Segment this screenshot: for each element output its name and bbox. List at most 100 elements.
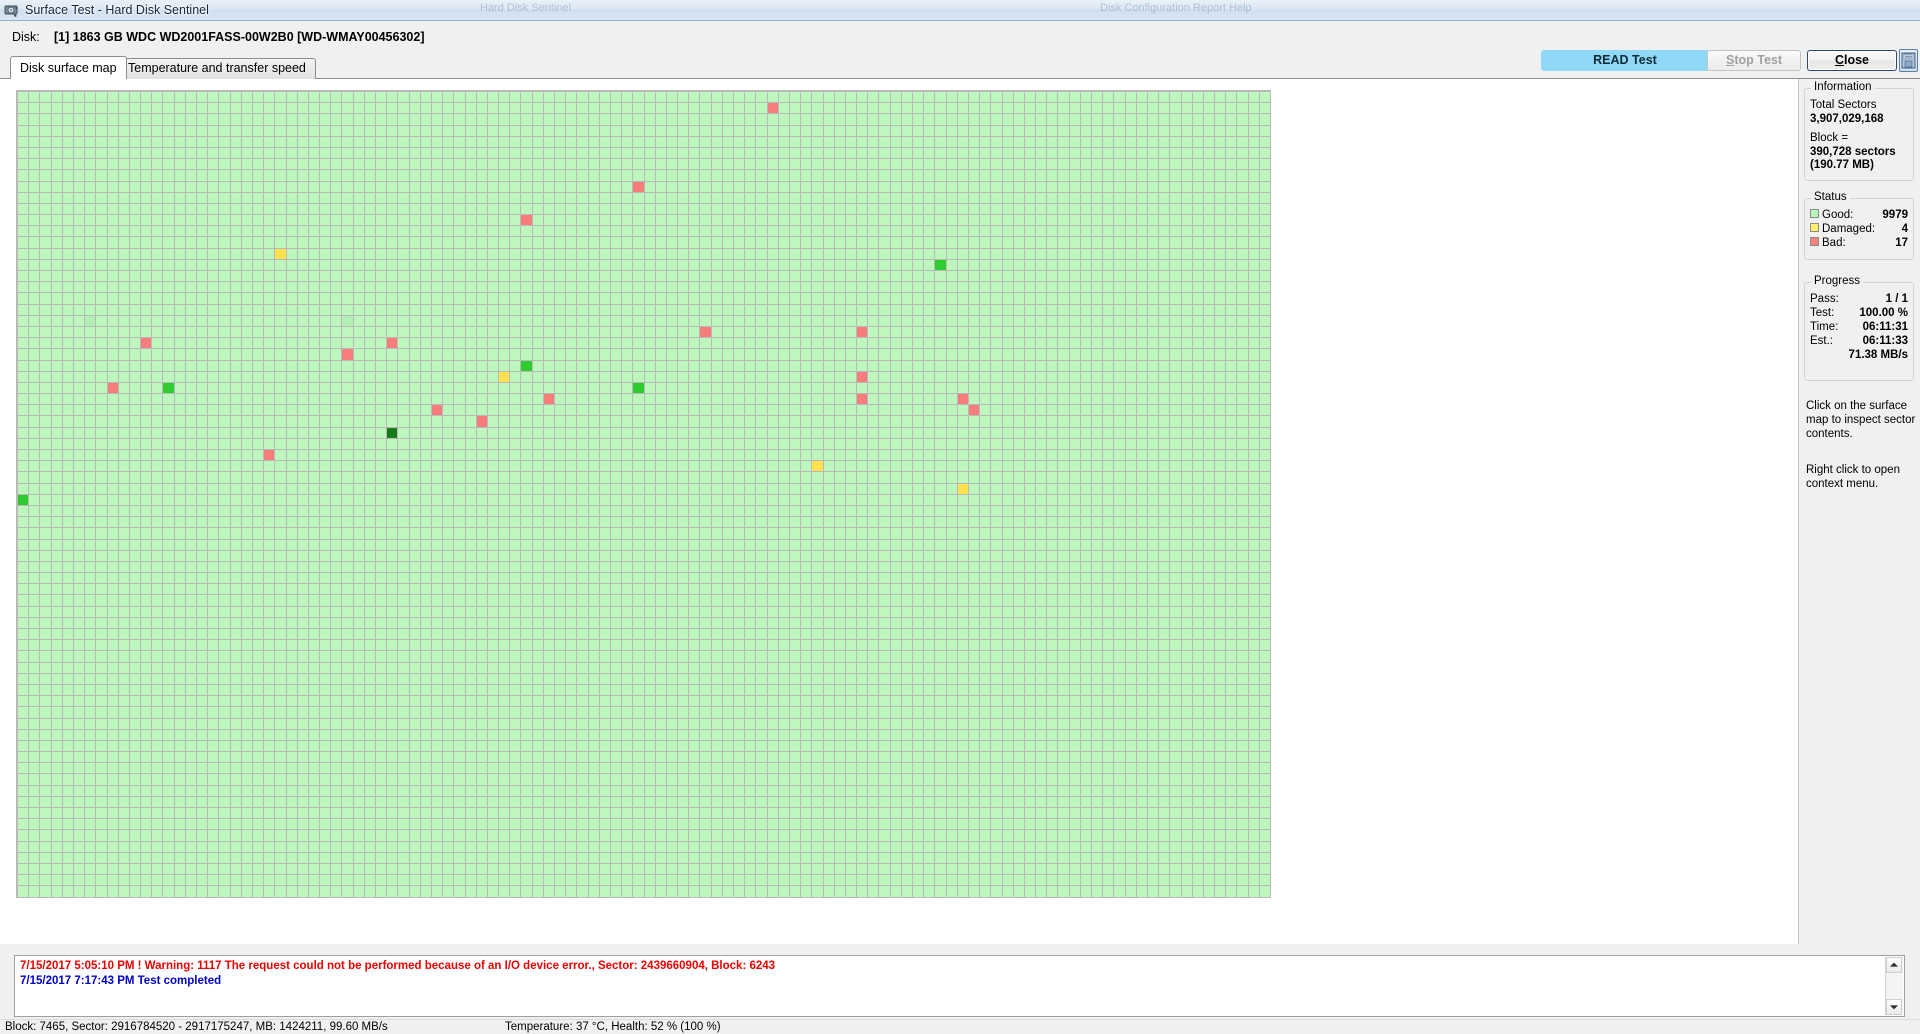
surface-cell[interactable] bbox=[1159, 550, 1171, 562]
surface-cell[interactable] bbox=[85, 192, 97, 204]
surface-cell[interactable] bbox=[1192, 382, 1204, 395]
surface-cell[interactable] bbox=[73, 494, 86, 506]
surface-cell[interactable] bbox=[957, 416, 969, 428]
surface-cell[interactable] bbox=[913, 125, 925, 137]
surface-cell[interactable] bbox=[219, 371, 231, 383]
surface-cell[interactable] bbox=[1147, 203, 1160, 216]
surface-cell[interactable] bbox=[454, 237, 466, 249]
surface-cell[interactable] bbox=[834, 114, 846, 126]
surface-cell[interactable] bbox=[353, 405, 365, 417]
surface-cell[interactable] bbox=[1080, 192, 1092, 204]
surface-cell[interactable] bbox=[510, 371, 522, 383]
surface-cell[interactable] bbox=[711, 203, 723, 216]
surface-cell[interactable] bbox=[935, 203, 947, 216]
surface-cell[interactable] bbox=[678, 282, 690, 294]
surface-cell[interactable] bbox=[1125, 416, 1137, 428]
surface-cell[interactable] bbox=[812, 561, 824, 574]
surface-cell[interactable] bbox=[40, 561, 52, 574]
surface-cell[interactable] bbox=[577, 505, 589, 518]
surface-cell[interactable] bbox=[1069, 483, 1081, 495]
surface-cell[interactable] bbox=[1226, 92, 1238, 104]
surface-cell[interactable] bbox=[297, 505, 309, 518]
surface-cell[interactable] bbox=[409, 517, 421, 529]
surface-cell[interactable] bbox=[913, 573, 925, 585]
surface-cell[interactable] bbox=[409, 360, 421, 372]
surface-cell[interactable] bbox=[510, 282, 522, 294]
surface-cell[interactable] bbox=[644, 147, 656, 160]
surface-cell[interactable] bbox=[1125, 461, 1137, 473]
surface-cell[interactable] bbox=[107, 215, 119, 227]
surface-cell[interactable] bbox=[521, 282, 533, 294]
surface-cell[interactable] bbox=[308, 136, 321, 148]
surface-cell[interactable] bbox=[1259, 472, 1271, 484]
surface-cell[interactable] bbox=[420, 438, 432, 450]
surface-cell[interactable] bbox=[219, 147, 231, 160]
surface-cell[interactable] bbox=[1136, 382, 1148, 395]
surface-cell[interactable] bbox=[644, 394, 656, 406]
surface-cell[interactable] bbox=[1170, 494, 1182, 506]
surface-cell[interactable] bbox=[644, 483, 656, 495]
surface-cell[interactable] bbox=[1024, 382, 1037, 395]
surface-cell[interactable] bbox=[521, 147, 533, 160]
surface-cell[interactable] bbox=[230, 170, 242, 182]
surface-cell[interactable] bbox=[935, 215, 947, 227]
surface-cell[interactable] bbox=[230, 416, 242, 428]
surface-cell[interactable] bbox=[398, 371, 410, 383]
surface-cell[interactable] bbox=[219, 573, 231, 585]
surface-cell[interactable] bbox=[241, 192, 253, 204]
surface-cell[interactable] bbox=[129, 517, 142, 529]
surface-cell[interactable] bbox=[666, 159, 679, 171]
surface-cell[interactable] bbox=[845, 293, 858, 305]
surface-cell[interactable] bbox=[901, 147, 913, 160]
surface-cell[interactable] bbox=[353, 271, 365, 283]
surface-cell[interactable] bbox=[208, 573, 220, 585]
surface-cell[interactable] bbox=[655, 338, 667, 350]
surface-cell[interactable] bbox=[845, 371, 858, 383]
surface-cell[interactable] bbox=[834, 539, 846, 551]
surface-cell[interactable] bbox=[353, 125, 365, 137]
surface-cell[interactable] bbox=[890, 282, 902, 294]
surface-cell[interactable] bbox=[219, 282, 231, 294]
surface-cell[interactable] bbox=[644, 293, 656, 305]
surface-cell[interactable] bbox=[510, 550, 522, 562]
surface-cell[interactable] bbox=[264, 293, 276, 305]
surface-cell[interactable] bbox=[308, 573, 321, 585]
surface-cell[interactable] bbox=[868, 92, 880, 104]
surface-cell[interactable] bbox=[845, 550, 858, 562]
surface-cell[interactable] bbox=[845, 304, 858, 316]
surface-cell[interactable] bbox=[73, 517, 86, 529]
surface-cell[interactable] bbox=[1069, 293, 1081, 305]
surface-cell[interactable] bbox=[476, 293, 488, 305]
surface-cell[interactable] bbox=[644, 427, 656, 439]
surface-cell[interactable] bbox=[197, 382, 209, 395]
surface-cell[interactable] bbox=[655, 561, 667, 574]
surface-cell[interactable] bbox=[197, 92, 209, 104]
surface-cell[interactable] bbox=[398, 192, 410, 204]
surface-cell[interactable] bbox=[946, 192, 958, 204]
surface-cell[interactable] bbox=[1125, 315, 1137, 327]
surface-cell[interactable] bbox=[823, 159, 835, 171]
surface-cell[interactable] bbox=[85, 315, 97, 327]
surface-cell[interactable] bbox=[275, 349, 287, 361]
surface-cell[interactable] bbox=[1203, 215, 1216, 227]
surface-cell[interactable] bbox=[666, 505, 679, 518]
surface-cell[interactable] bbox=[823, 326, 835, 339]
surface-cell[interactable] bbox=[767, 505, 779, 518]
surface-cell[interactable] bbox=[129, 215, 142, 227]
surface-cell[interactable] bbox=[610, 136, 623, 148]
surface-cell[interactable] bbox=[924, 461, 936, 473]
surface-cell[interactable] bbox=[913, 181, 925, 193]
surface-cell[interactable] bbox=[767, 170, 779, 182]
surface-cell[interactable] bbox=[320, 416, 332, 428]
surface-cell[interactable] bbox=[308, 282, 321, 294]
surface-cell[interactable] bbox=[823, 539, 835, 551]
surface-cell[interactable] bbox=[1215, 114, 1227, 126]
surface-cell[interactable] bbox=[957, 181, 969, 193]
surface-cell[interactable] bbox=[85, 483, 97, 495]
surface-cell[interactable] bbox=[96, 237, 108, 249]
surface-cell[interactable] bbox=[991, 349, 1003, 361]
surface-cell[interactable] bbox=[297, 271, 309, 283]
surface-cell[interactable] bbox=[722, 427, 734, 439]
surface-cell[interactable] bbox=[968, 103, 981, 115]
surface-cell[interactable] bbox=[163, 438, 175, 450]
